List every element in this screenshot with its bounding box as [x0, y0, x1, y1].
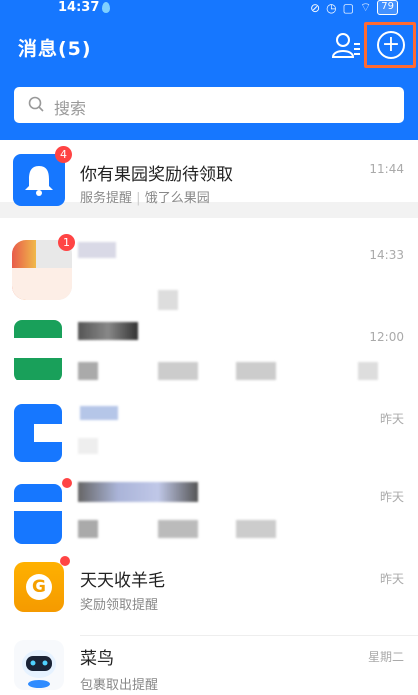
status-bar: 14:37 ⊘ ◷ ▢ ⌔ 79: [0, 0, 418, 18]
pinned-title: 你有果园奖励待领取: [80, 165, 233, 185]
list-item-time: 昨天: [379, 490, 404, 504]
list-item[interactable]: 菜鸟 包裹取出提醒 星期二: [0, 636, 418, 695]
list-item-time: 昨天: [379, 572, 404, 586]
list-item-title: 菜鸟: [80, 649, 114, 669]
blurred-subtitle: [78, 362, 98, 380]
blurred-subtitle: [158, 520, 198, 538]
blurred-subtitle: [236, 362, 276, 380]
unread-badge: 1: [58, 234, 75, 251]
blurred-subtitle: [78, 520, 98, 538]
search-placeholder: 搜索: [54, 99, 87, 118]
bell-avatar: [13, 154, 65, 206]
wifi-icon: ⌔: [359, 0, 372, 14]
battery-indicator: 79: [377, 0, 398, 15]
blurred-subtitle: [158, 290, 178, 310]
blurred-title: [78, 242, 116, 258]
blurred-subtitle: [78, 438, 98, 454]
pinned-time: 11:44: [369, 162, 404, 176]
game-avatar: G: [14, 562, 64, 612]
list-item[interactable]: 1 14:33: [0, 228, 418, 310]
blurred-subtitle: [358, 362, 378, 380]
add-icon: +: [381, 32, 401, 57]
top-header: 14:37 ⊘ ◷ ▢ ⌔ 79 消息(5) + 搜索: [0, 0, 418, 140]
subtitle-separator: |: [136, 191, 141, 206]
cainiao-avatar: [14, 640, 64, 690]
list-item[interactable]: 昨天: [0, 392, 418, 472]
sim-icon: ▢: [342, 0, 354, 15]
g-badge-icon: G: [26, 574, 52, 600]
list-item[interactable]: 12:00: [0, 310, 418, 390]
pinned-sender: 饿了么果园: [144, 191, 210, 206]
list-item-time: 14:33: [369, 248, 404, 262]
blurred-avatar: [14, 484, 62, 544]
pinned-notification[interactable]: 4 你有果园奖励待领取 服务提醒 | 饿了么果园 11:44: [0, 140, 418, 206]
list-item-title: 天天收羊毛: [80, 571, 165, 591]
bell-icon: [25, 166, 53, 196]
blurred-title: [78, 482, 198, 502]
blurred-avatar: [14, 404, 62, 462]
status-time: 14:37: [58, 0, 100, 15]
pinned-subtitle: 服务提醒 | 饿了么果园: [80, 187, 210, 206]
pinned-source: 服务提醒: [80, 191, 133, 206]
unread-dot: [60, 556, 70, 566]
robot-icon: [22, 650, 56, 688]
contacts-icon: [331, 33, 360, 58]
unread-dot: [62, 478, 72, 488]
list-item-time: 12:00: [369, 330, 404, 344]
message-list: 1 14:33 12:00 昨天 昨天 G 天天收羊毛 奖励领取提醒 昨天 菜鸟…: [0, 218, 418, 695]
add-button[interactable]: +: [377, 31, 405, 59]
list-item-subtitle: 包裹取出提醒: [80, 678, 159, 693]
unread-badge: 4: [55, 146, 72, 163]
add-button-highlight: +: [364, 22, 416, 68]
status-icons: ⊘ ◷ ▢ ⌔ 79: [310, 0, 398, 15]
blurred-title: [80, 406, 118, 420]
list-item-time: 昨天: [379, 412, 404, 426]
list-item-subtitle: 奖励领取提醒: [80, 598, 159, 613]
contacts-button[interactable]: [330, 30, 362, 62]
list-item[interactable]: 昨天: [0, 474, 418, 554]
blurred-subtitle: [158, 362, 198, 380]
search-input[interactable]: 搜索: [14, 87, 404, 123]
notification-drop-icon: [102, 2, 110, 13]
list-item-time: 星期二: [367, 650, 404, 664]
blurred-avatar: [14, 320, 62, 382]
alarm-icon: ◷: [326, 0, 337, 15]
blurred-subtitle: [236, 520, 276, 538]
list-item[interactable]: G 天天收羊毛 奖励领取提醒 昨天: [0, 556, 418, 636]
search-icon: [28, 96, 44, 112]
blurred-title: [78, 322, 138, 340]
mute-icon: ⊘: [310, 0, 321, 15]
page-title: 消息(5): [18, 38, 92, 60]
